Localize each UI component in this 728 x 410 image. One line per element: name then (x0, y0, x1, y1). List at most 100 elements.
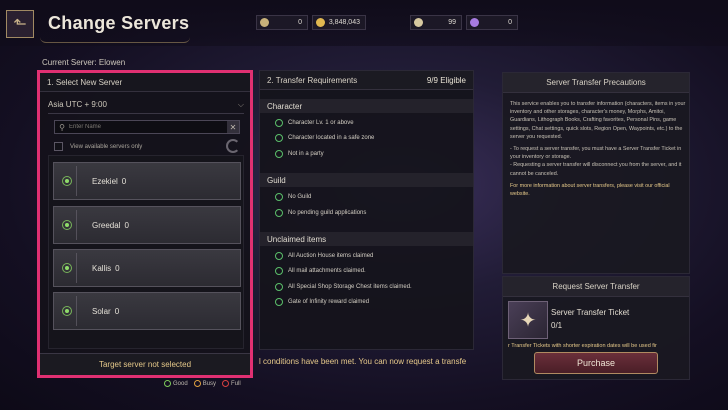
back-arrow-icon[interactable]: ⬑ (6, 10, 34, 38)
section-guild: Guild (260, 173, 473, 187)
requirement-label: No pending guild applications (288, 210, 367, 216)
status-busy-icon (193, 380, 201, 387)
check-circle-icon (275, 134, 283, 142)
requirement-label: All Auction House items claimed (288, 253, 374, 259)
currency-gold: 3,848,043 (312, 15, 366, 30)
search-icon: ⚲ (59, 122, 65, 132)
check-circle-icon (275, 193, 283, 201)
page-title: Change Servers (48, 13, 190, 33)
check-circle-icon (275, 119, 283, 127)
server-item-greedal[interactable]: Greedal 0 (53, 206, 241, 244)
precautions-text: This service enables you to transfer inf… (510, 100, 688, 202)
select-server-title: 1. Select New Server (40, 73, 250, 92)
legend-full: Full (222, 380, 241, 387)
status-good-icon (164, 380, 171, 387)
status-full-icon (222, 380, 230, 387)
gold-icon (316, 18, 325, 27)
server-name: Kallis (92, 263, 112, 273)
status-good-icon (62, 263, 72, 273)
phoenix-plume-icon (470, 18, 479, 27)
section-character: Character (260, 99, 473, 113)
divider (48, 113, 244, 114)
server-item-solar[interactable]: Solar 0 (53, 292, 241, 330)
requirement-label: All mail attachments claimed. (288, 268, 366, 274)
status-good-icon (62, 176, 72, 186)
precautions-paragraph: This service enables you to transfer inf… (510, 101, 686, 140)
requirement-item: Gate of Infinity reward claimed (275, 298, 369, 306)
legend-label: Busy (202, 381, 217, 388)
server-search: ⚲ ✕ (54, 120, 240, 134)
requirement-item: All mail attachments claimed. (275, 267, 366, 275)
server-character-count: 0 (114, 306, 120, 316)
server-item-kallis[interactable]: Kallis 0 (53, 249, 241, 287)
server-character-count: 0 (121, 176, 127, 186)
currency-phoenix: 0 (466, 15, 518, 30)
purchase-button[interactable]: Purchase (534, 352, 658, 374)
legend-good: Good (164, 380, 188, 387)
legend-label: Full (231, 381, 241, 388)
check-circle-icon (275, 283, 283, 291)
divider (76, 253, 86, 283)
server-status-legend: Good Busy Full (164, 380, 241, 387)
requirement-label: Character Lv. 1 or above (288, 120, 354, 126)
requirement-label: All Special Shop Storage Chest items cla… (288, 284, 412, 290)
requirement-item: All Special Shop Storage Chest items cla… (275, 283, 412, 291)
available-servers-toggle[interactable]: View available servers only (54, 142, 142, 151)
title-flourish (40, 37, 190, 43)
server-name: Solar (92, 306, 111, 316)
ticket-name: Server Transfer Ticket (551, 308, 630, 317)
precautions-title: Server Transfer Precautions (503, 73, 689, 93)
ticket-quantity: 0/1 (551, 321, 563, 330)
region-value: Asia UTC + 9:00 (48, 100, 107, 109)
available-label: View available servers only (70, 143, 143, 150)
select-server-panel: 1. Select New Server Asia UTC + 9:00 ⌵ ⚲… (37, 70, 253, 378)
refresh-icon[interactable] (226, 139, 240, 153)
server-name: Greedal (92, 220, 121, 230)
transfer-requirements-panel: 2. Transfer Requirements 9/9 Eligible Ch… (259, 70, 474, 350)
requirement-item: Character located in a safe zone (275, 134, 374, 142)
requirement-label: Gate of Infinity reward claimed (288, 299, 370, 305)
requirement-item: Not in a party (275, 150, 324, 158)
requirement-label: Not in a party (288, 151, 324, 157)
requirement-item: Character Lv. 1 or above (275, 119, 354, 127)
divider (76, 166, 86, 196)
legend-busy: Busy (193, 380, 217, 388)
chevron-down-icon: ⌵ (237, 100, 244, 109)
server-item-ezekiel[interactable]: Ezekiel 0 (53, 162, 241, 200)
clear-search-icon[interactable]: ✕ (227, 121, 239, 133)
server-name: Ezekiel (92, 176, 118, 186)
status-good-icon (62, 306, 72, 316)
currency-value: 0 (508, 19, 512, 26)
requirements-status: l conditions have been met. You can now … (259, 357, 467, 366)
checkbox[interactable] (54, 142, 63, 151)
check-circle-icon (275, 252, 283, 260)
requirement-item: All Auction House items claimed (275, 252, 373, 260)
legend-label: Good (173, 381, 188, 388)
requirement-item: No pending guild applications (275, 209, 366, 217)
status-good-icon (62, 220, 72, 230)
selection-status: Target server not selected (40, 353, 250, 375)
current-server-label: Current Server: Elowen (42, 58, 126, 67)
currency-value: 3,848,043 (328, 19, 360, 26)
search-input[interactable] (69, 124, 227, 130)
top-bar: ⬑ Change Servers 0 3,848,043 99 0 (0, 0, 728, 46)
divider (76, 296, 86, 326)
currency-silver: 0 (256, 15, 308, 30)
requirement-label: Character located in a safe zone (288, 135, 375, 141)
region-dropdown[interactable]: Asia UTC + 9:00 ⌵ (48, 100, 244, 110)
crystal-icon (414, 18, 423, 27)
precautions-panel: Server Transfer Precautions This service… (502, 72, 690, 274)
check-circle-icon (275, 267, 283, 275)
server-list: Ezekiel 0 Greedal 0 Kallis 0 Solar 0 (48, 155, 244, 349)
divider (76, 210, 86, 240)
transfer-ticket-icon[interactable]: ✦ (508, 301, 548, 339)
currency-value: 0 (298, 19, 302, 26)
requirement-item: No Guild (275, 193, 311, 201)
check-circle-icon (275, 150, 283, 158)
currency-crystal: 99 (410, 15, 462, 30)
eligible-count: 9/9 Eligible (426, 75, 466, 85)
request-title: Request Server Transfer (503, 277, 689, 297)
official-website-link[interactable]: For more information about server transf… (510, 182, 688, 198)
requirements-header: 2. Transfer Requirements 9/9 Eligible (260, 71, 473, 90)
currency-bar: 0 3,848,043 99 0 (256, 15, 518, 30)
